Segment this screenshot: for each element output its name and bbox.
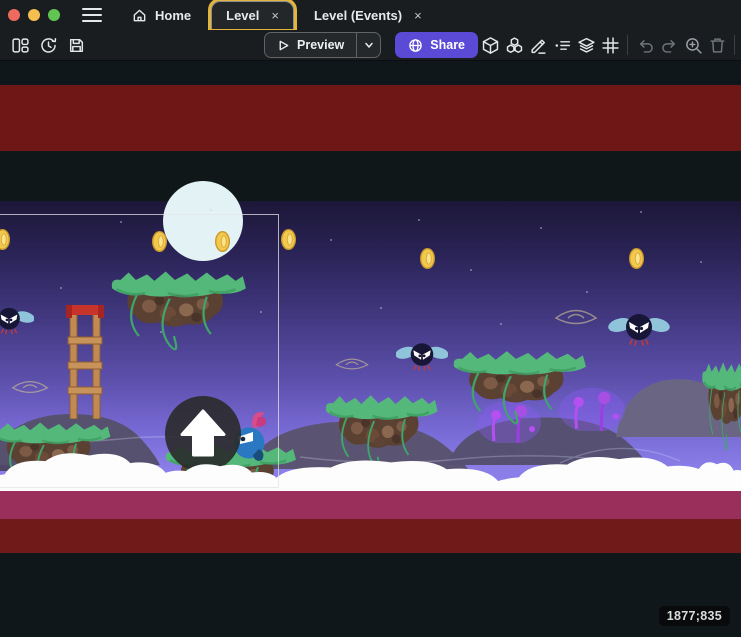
home-icon	[132, 8, 147, 23]
coin-object[interactable]	[629, 248, 644, 269]
minimize-window-button[interactable]	[28, 9, 40, 21]
star-speck	[380, 307, 382, 309]
tab-label: Level (Events)	[314, 8, 402, 23]
object-groups-icon[interactable]	[502, 32, 526, 58]
tab-label: Home	[155, 8, 191, 23]
instances-list-icon[interactable]	[550, 32, 574, 58]
undo-icon[interactable]	[633, 32, 657, 58]
star-speck	[540, 227, 542, 229]
close-window-button[interactable]	[8, 9, 20, 21]
cursor-coordinates: 1877;835	[659, 606, 730, 626]
floating-island-object[interactable]	[448, 345, 590, 425]
chevron-down-icon	[363, 39, 375, 51]
toolbar-center-group: Preview Share	[264, 32, 478, 58]
preview-button[interactable]: Preview	[264, 32, 381, 58]
selection-rectangle	[0, 214, 279, 488]
scene-bottom-red-band[interactable]	[0, 519, 741, 553]
star-speck	[210, 209, 212, 211]
close-tab-icon[interactable]: ×	[271, 8, 279, 23]
star-speck	[640, 211, 642, 213]
toolbar-separator	[627, 35, 628, 55]
scene-canvas[interactable]: 1877;835	[0, 60, 741, 637]
titlebar: Home Level × Level (Events) ×	[0, 0, 741, 30]
star-speck	[500, 323, 502, 325]
floating-island-object[interactable]	[700, 355, 741, 451]
play-icon	[277, 39, 290, 52]
delete-icon[interactable]	[705, 32, 729, 58]
tab-home[interactable]: Home	[118, 1, 205, 29]
star-speck	[700, 261, 702, 263]
save-icon[interactable]	[64, 32, 88, 58]
close-tab-icon[interactable]: ×	[414, 8, 422, 23]
eye-doodle-object[interactable]	[553, 305, 599, 329]
layers-icon[interactable]	[574, 32, 598, 58]
star-speck	[330, 239, 332, 241]
preview-label: Preview	[297, 38, 344, 52]
redo-icon[interactable]	[657, 32, 681, 58]
coin-object[interactable]	[281, 229, 296, 250]
toolbar-right-group	[478, 32, 741, 58]
tab-level-events[interactable]: Level (Events) ×	[300, 1, 436, 29]
zoom-in-icon[interactable]	[681, 32, 705, 58]
gdevelop-window: Home Level × Level (Events) ×	[0, 0, 741, 637]
tab-bar: Home Level × Level (Events) ×	[118, 0, 436, 30]
scene-magenta-band[interactable]	[0, 491, 741, 519]
share-label: Share	[430, 38, 465, 52]
coin-object[interactable]	[420, 248, 435, 269]
bat-enemy-object[interactable]	[607, 310, 671, 352]
menu-icon[interactable]	[82, 8, 102, 22]
history-icon[interactable]	[36, 32, 60, 58]
toolbar-left-group	[8, 32, 88, 58]
preview-dropdown[interactable]	[356, 33, 380, 57]
scene-toolbar: Preview Share	[0, 30, 741, 60]
share-button[interactable]: Share	[395, 32, 478, 58]
edit-objects-icon[interactable]	[526, 32, 550, 58]
star-speck	[418, 219, 420, 221]
window-controls	[8, 9, 60, 21]
star-speck	[470, 269, 472, 271]
globe-icon	[408, 38, 423, 53]
bat-enemy-object[interactable]	[396, 339, 448, 377]
star-speck	[586, 291, 588, 293]
tab-label: Level	[226, 8, 259, 23]
objects-icon[interactable]	[478, 32, 502, 58]
maximize-window-button[interactable]	[48, 9, 60, 21]
panels-icon[interactable]	[8, 32, 32, 58]
grid-icon[interactable]	[598, 32, 622, 58]
tab-level[interactable]: Level ×	[211, 1, 294, 29]
eye-doodle-object[interactable]	[334, 355, 370, 373]
toolbar-separator	[734, 35, 735, 55]
preview-main[interactable]: Preview	[265, 33, 356, 57]
